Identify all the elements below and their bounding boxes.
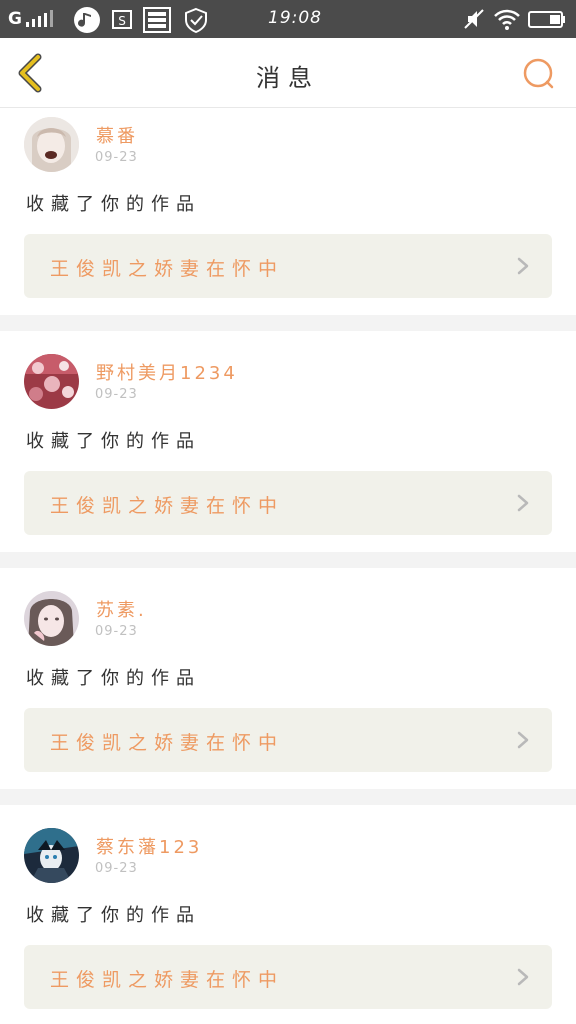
status-bar: G S 19:08 bbox=[0, 0, 576, 38]
date-label: 09-23 bbox=[95, 387, 138, 402]
date-label: 09-23 bbox=[95, 150, 138, 165]
work-link[interactable]: 王俊凯之娇妻在怀中 bbox=[24, 234, 552, 298]
storage-icon bbox=[143, 7, 171, 33]
avatar[interactable] bbox=[24, 354, 79, 409]
chevron-right-icon bbox=[517, 257, 529, 275]
username[interactable]: 野村美月1234 bbox=[96, 359, 238, 385]
action-text: 收藏了你的作品 bbox=[26, 905, 201, 926]
section-divider bbox=[0, 315, 576, 331]
work-title: 王俊凯之娇妻在怀中 bbox=[50, 732, 285, 754]
work-link[interactable]: 王俊凯之娇妻在怀中 bbox=[24, 708, 552, 772]
action-text: 收藏了你的作品 bbox=[26, 431, 201, 452]
work-link[interactable]: 王俊凯之娇妻在怀中 bbox=[24, 945, 552, 1009]
carrier-label: G bbox=[8, 9, 22, 29]
security-shield-icon bbox=[185, 7, 207, 34]
work-title: 王俊凯之娇妻在怀中 bbox=[50, 495, 285, 517]
mute-icon bbox=[464, 9, 484, 29]
wifi-icon bbox=[494, 9, 520, 30]
chevron-right-icon bbox=[517, 968, 529, 986]
username[interactable]: 蔡东藩123 bbox=[96, 833, 202, 859]
date-label: 09-23 bbox=[95, 624, 138, 639]
avatar[interactable] bbox=[24, 591, 79, 646]
section-divider bbox=[0, 552, 576, 568]
work-title: 王俊凯之娇妻在怀中 bbox=[50, 969, 285, 991]
messages-screen: G S 19:08 消息 慕番 09-23 收藏了你的作品 王俊凯之娇妻在怀中 … bbox=[0, 0, 576, 1024]
notification-item: 苏素. 09-23 收藏了你的作品 王俊凯之娇妻在怀中 bbox=[0, 568, 576, 789]
notification-item: 蔡东藩123 09-23 收藏了你的作品 王俊凯之娇妻在怀中 bbox=[0, 805, 576, 1024]
action-text: 收藏了你的作品 bbox=[26, 668, 201, 689]
notification-item: 慕番 09-23 收藏了你的作品 王俊凯之娇妻在怀中 bbox=[0, 108, 576, 315]
search-icon bbox=[523, 58, 554, 89]
work-link[interactable]: 王俊凯之娇妻在怀中 bbox=[24, 471, 552, 535]
signal-icon bbox=[26, 10, 53, 27]
app-header: 消息 bbox=[0, 38, 576, 108]
music-app-icon bbox=[74, 7, 100, 33]
avatar[interactable] bbox=[24, 828, 79, 883]
search-button[interactable] bbox=[518, 54, 558, 94]
username[interactable]: 苏素. bbox=[96, 596, 147, 622]
clock: 19:08 bbox=[268, 8, 322, 28]
section-divider bbox=[0, 789, 576, 805]
username[interactable]: 慕番 bbox=[96, 122, 138, 148]
page-title: 消息 bbox=[256, 64, 320, 92]
date-label: 09-23 bbox=[95, 861, 138, 876]
work-title: 王俊凯之娇妻在怀中 bbox=[50, 258, 285, 280]
action-text: 收藏了你的作品 bbox=[26, 194, 201, 215]
chevron-right-icon bbox=[517, 731, 529, 749]
sim-card-icon: S bbox=[112, 10, 132, 29]
notification-item: 野村美月1234 09-23 收藏了你的作品 王俊凯之娇妻在怀中 bbox=[0, 331, 576, 552]
avatar[interactable] bbox=[24, 117, 79, 172]
chevron-right-icon bbox=[517, 494, 529, 512]
battery-icon bbox=[528, 11, 565, 28]
svg-text:S: S bbox=[118, 14, 126, 28]
